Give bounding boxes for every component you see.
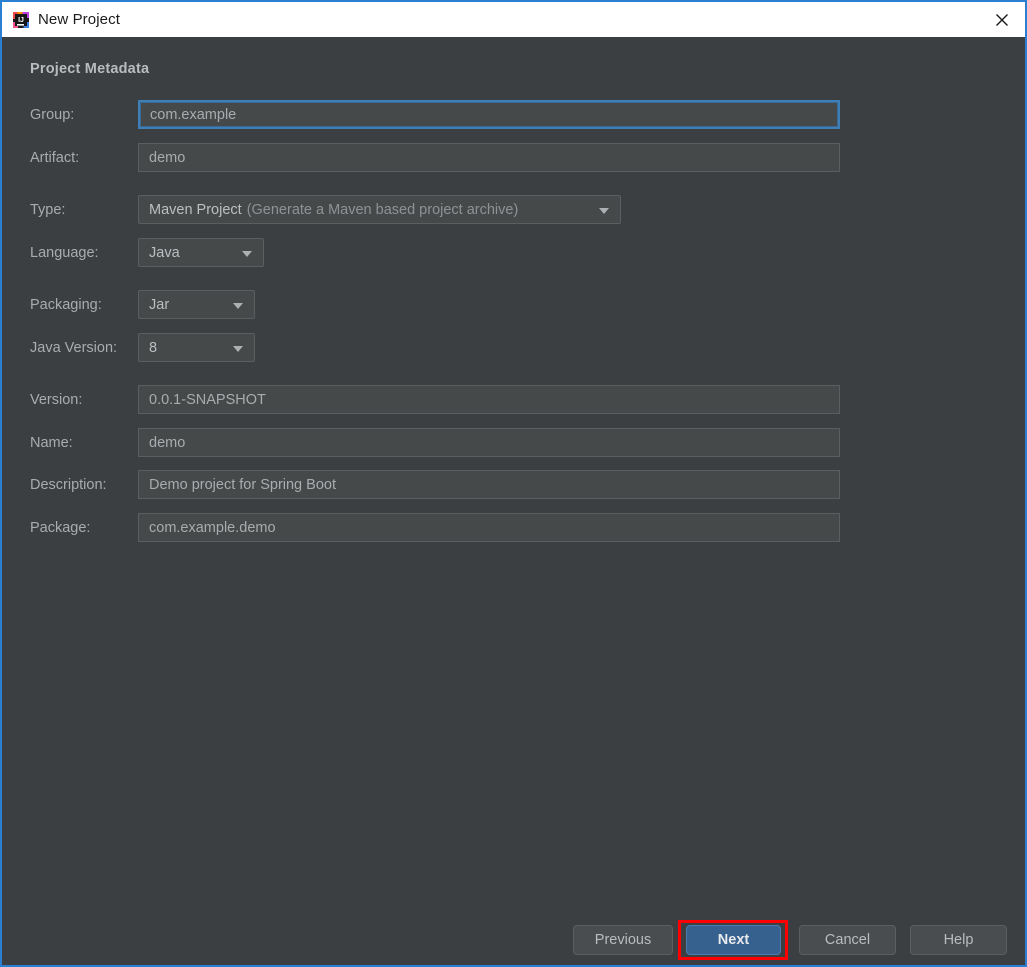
field-label: Version:	[30, 392, 83, 408]
title-bar: IJ New Project	[2, 2, 1025, 37]
new-project-dialog: IJ New Project Project Metadata Group: co…	[0, 0, 1027, 967]
field-label: Artifact:	[30, 150, 80, 166]
combo-type[interactable]: Maven Project (Generate a Maven based pro…	[138, 195, 621, 224]
form-row: Description: Demo project for Spring Boot	[2, 470, 1025, 500]
field-label: Packaging:	[30, 297, 102, 313]
field-label: Name:	[30, 435, 73, 451]
svg-text:IJ: IJ	[18, 17, 24, 24]
close-icon[interactable]	[979, 2, 1025, 37]
form-row: Packaging: Jar	[2, 290, 1025, 320]
chevron-down-icon	[242, 250, 252, 257]
combo-value: 8	[149, 339, 158, 356]
field-label: Description:	[30, 477, 107, 493]
field-label: Type:	[30, 202, 66, 218]
input-artifact[interactable]: demo	[138, 143, 840, 172]
combo-packaging[interactable]: Jar	[138, 290, 255, 319]
form-row: Type: Maven Project (Generate a Maven base…	[2, 195, 1025, 225]
input-version[interactable]: 0.0.1-SNAPSHOT	[138, 385, 840, 414]
input-name[interactable]: demo	[138, 428, 840, 457]
combo-java-version[interactable]: 8	[138, 333, 255, 362]
combo-value: Jar	[149, 296, 170, 313]
input-package[interactable]: com.example.demo	[138, 513, 840, 542]
chevron-down-icon	[233, 302, 243, 309]
field-label: Group:	[30, 107, 75, 123]
field-label: Package:	[30, 520, 91, 536]
cancel-button[interactable]: Cancel	[799, 925, 896, 955]
previous-button[interactable]: Previous	[573, 925, 673, 955]
form-row: Artifact: demo	[2, 143, 1025, 173]
intellij-idea-icon: IJ	[12, 11, 30, 29]
combo-value: Maven Project	[149, 201, 242, 218]
help-button[interactable]: Help	[910, 925, 1007, 955]
combo-value: Java	[149, 244, 180, 261]
input-description[interactable]: Demo project for Spring Boot	[138, 470, 840, 499]
field-label: Language:	[30, 245, 99, 261]
form-row: Java Version: 8	[2, 333, 1025, 363]
section-title-project-metadata: Project Metadata	[30, 61, 150, 77]
combo-language[interactable]: Java	[138, 238, 264, 267]
next-button[interactable]: Next	[686, 925, 781, 955]
field-label: Java Version:	[30, 340, 118, 356]
form-row: Language: Java	[2, 238, 1025, 268]
chevron-down-icon	[599, 207, 609, 214]
form-row: Name: demo	[2, 428, 1025, 458]
chevron-down-icon	[233, 345, 243, 352]
combo-hint: (Generate a Maven based project archive)	[246, 201, 519, 218]
form-row: Group: com.example	[2, 100, 1025, 130]
input-group[interactable]: com.example	[138, 100, 840, 129]
form-row: Version: 0.0.1-SNAPSHOT	[2, 385, 1025, 415]
dialog-body: Project Metadata Group: com.example Artifa…	[2, 37, 1025, 965]
form-row: Package: com.example.demo	[2, 513, 1025, 543]
window-title: New Project	[38, 11, 120, 28]
